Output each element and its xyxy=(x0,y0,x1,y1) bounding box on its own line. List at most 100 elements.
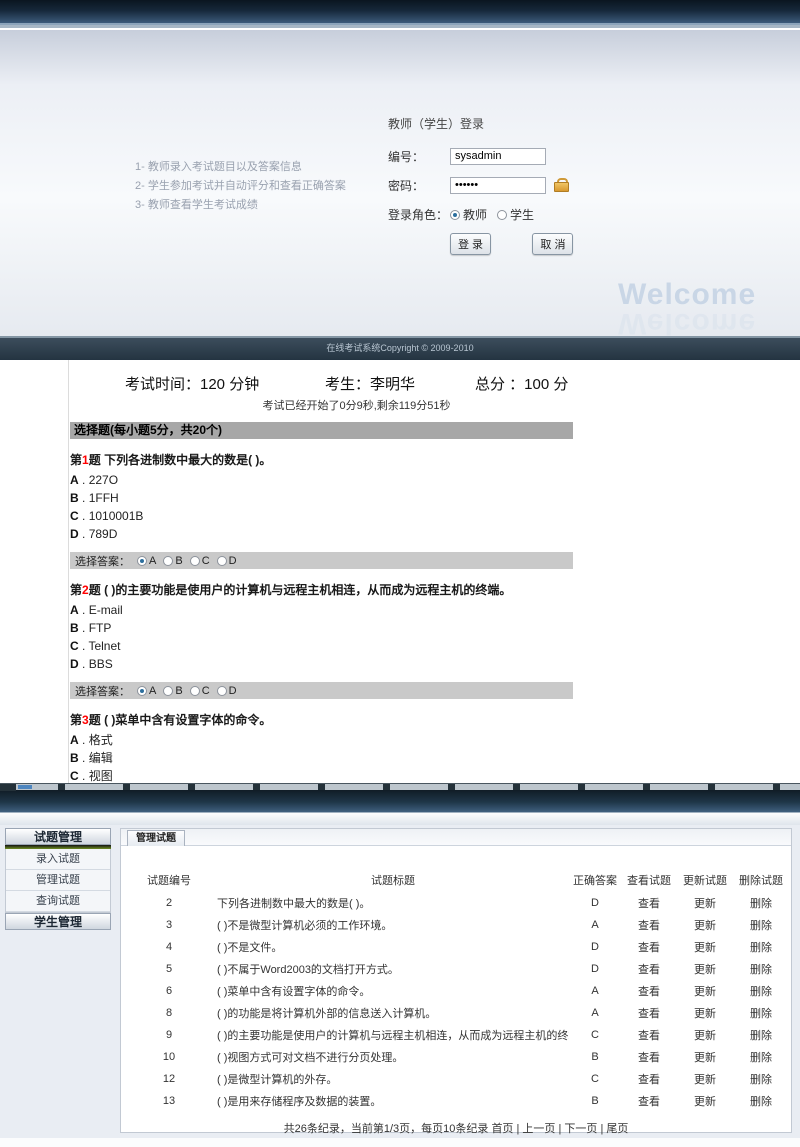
role-student-option[interactable]: 学生 xyxy=(497,206,534,223)
question-number: 1 xyxy=(82,453,89,467)
table-row: 8 ( )的功能是将计算机外部的信息送入计算机。 A 查看 更新 删除 xyxy=(121,1002,791,1024)
delete-link[interactable]: 删除 xyxy=(733,917,789,933)
pagination-link[interactable]: 尾页 xyxy=(597,1123,628,1135)
radio-teacher[interactable] xyxy=(450,210,460,220)
tab-manage-questions[interactable]: 管理试题 xyxy=(127,830,185,846)
question-block: 第3题 ( )菜单中含有设置字体的命令。 A . 格式 B . 编辑 C . 视… xyxy=(70,711,573,783)
delete-link[interactable]: 删除 xyxy=(733,1093,789,1109)
cell-question-id: 9 xyxy=(121,1029,217,1041)
answer-radio-d[interactable] xyxy=(217,556,227,566)
password-label: 密码： xyxy=(388,177,450,194)
delete-link[interactable]: 删除 xyxy=(733,939,789,955)
password-input[interactable] xyxy=(450,177,546,194)
col-header-delete: 删除试题 xyxy=(733,872,789,888)
id-input[interactable] xyxy=(450,148,546,165)
view-link[interactable]: 查看 xyxy=(621,939,677,955)
col-header-update: 更新试题 xyxy=(677,872,733,888)
answer-radio-d[interactable] xyxy=(217,686,227,696)
view-link[interactable]: 查看 xyxy=(621,1071,677,1087)
option-b: B . 1FFH xyxy=(70,492,573,504)
update-link[interactable]: 更新 xyxy=(677,983,733,999)
delete-link[interactable]: 删除 xyxy=(733,895,789,911)
update-link[interactable]: 更新 xyxy=(677,1049,733,1065)
table-row: 9 ( )的主要功能是使用户的计算机与远程主机相连，从而成为远程主机的终端。 C… xyxy=(121,1024,791,1046)
role-teacher-option[interactable]: 教师 xyxy=(450,206,487,223)
welcome-text-reflection: Welcome xyxy=(618,306,756,340)
view-link[interactable]: 查看 xyxy=(621,917,677,933)
cell-correct-answer: A xyxy=(569,1007,621,1019)
question-text: 下列各进制数中最大的数是( )。 xyxy=(104,453,271,467)
cancel-button[interactable]: 取 消 xyxy=(532,233,573,255)
answer-radio-b[interactable] xyxy=(163,686,173,696)
answer-selection-bar: 选择答案： A B C D xyxy=(70,552,573,569)
pagination-link[interactable]: 首页 xyxy=(491,1123,513,1135)
cell-question-id: 13 xyxy=(121,1095,217,1107)
table-row: 5 ( )不属于Word2003的文档打开方式。 D 查看 更新 删除 xyxy=(121,958,791,980)
view-link[interactable]: 查看 xyxy=(621,1027,677,1043)
view-link[interactable]: 查看 xyxy=(621,1005,677,1021)
pagination-link[interactable]: 上一页 xyxy=(513,1123,555,1135)
answer-radio-a[interactable] xyxy=(137,686,147,696)
update-link[interactable]: 更新 xyxy=(677,1093,733,1109)
answer-radio-b[interactable] xyxy=(163,556,173,566)
table-row: 2 下列各进制数中最大的数是( )。 D 查看 更新 删除 xyxy=(121,892,791,914)
radio-student[interactable] xyxy=(497,210,507,220)
answer-radio-c[interactable] xyxy=(190,556,200,566)
role-label: 登录角色： xyxy=(388,206,450,223)
exam-timer-status: 考试已经开始了0分9秒,剩余119分51秒 xyxy=(140,397,573,413)
instruction-step: 3- 教师查看学生考试成绩 xyxy=(135,196,346,215)
question-number: 2 xyxy=(82,583,89,597)
update-link[interactable]: 更新 xyxy=(677,1005,733,1021)
delete-link[interactable]: 删除 xyxy=(733,1049,789,1065)
option-a: A . 227O xyxy=(70,474,573,486)
option-a: A . E-mail xyxy=(70,604,573,616)
sidebar-item[interactable]: 录入试题 xyxy=(6,849,110,870)
delete-link[interactable]: 删除 xyxy=(733,983,789,999)
answer-radio-a[interactable] xyxy=(137,556,147,566)
cell-question-id: 4 xyxy=(121,941,217,953)
update-link[interactable]: 更新 xyxy=(677,1071,733,1087)
question-block: 第2题 ( )的主要功能是使用户的计算机与远程主机相连，从而成为远程主机的终端。… xyxy=(70,581,573,699)
update-link[interactable]: 更新 xyxy=(677,895,733,911)
view-link[interactable]: 查看 xyxy=(621,895,677,911)
sidebar-section-student-mgmt[interactable]: 学生管理 xyxy=(5,913,111,930)
sidebar-item[interactable]: 查询试题 xyxy=(6,891,110,912)
pagination-link[interactable]: 下一页 xyxy=(555,1123,597,1135)
login-button[interactable]: 登 录 xyxy=(450,233,491,255)
delete-link[interactable]: 删除 xyxy=(733,961,789,977)
cell-question-title: ( )不是微型计算机必须的工作环境。 xyxy=(217,917,569,933)
cell-correct-answer: A xyxy=(569,919,621,931)
answer-radio-c[interactable] xyxy=(190,686,200,696)
cell-correct-answer: D xyxy=(569,963,621,975)
sidebar-section-question-mgmt[interactable]: 试题管理 xyxy=(5,828,111,845)
admin-page: 试题管理 录入试题 管理试题 查询试题 学生管理 管理试题 试题编号 试题标 xyxy=(0,783,800,1147)
delete-link[interactable]: 删除 xyxy=(733,1027,789,1043)
update-link[interactable]: 更新 xyxy=(677,961,733,977)
cell-question-title: ( )不属于Word2003的文档打开方式。 xyxy=(217,961,569,977)
col-header-answer: 正确答案 xyxy=(569,872,621,888)
question-text: ( )菜单中含有设置字体的命令。 xyxy=(104,713,271,727)
view-link[interactable]: 查看 xyxy=(621,1049,677,1065)
update-link[interactable]: 更新 xyxy=(677,1027,733,1043)
view-link[interactable]: 查看 xyxy=(621,961,677,977)
cell-question-title: ( )的主要功能是使用户的计算机与远程主机相连，从而成为远程主机的终端。 xyxy=(217,1027,569,1043)
update-link[interactable]: 更新 xyxy=(677,917,733,933)
cell-correct-answer: B xyxy=(569,1095,621,1107)
update-link[interactable]: 更新 xyxy=(677,939,733,955)
view-link[interactable]: 查看 xyxy=(621,983,677,999)
option-d: D . BBS xyxy=(70,658,573,670)
option-c: C . 视图 xyxy=(70,770,573,782)
instruction-step: 2- 学生参加考试并自动评分和查看正确答案 xyxy=(135,177,346,196)
cell-correct-answer: D xyxy=(569,897,621,909)
cell-question-id: 12 xyxy=(121,1073,217,1085)
delete-link[interactable]: 删除 xyxy=(733,1071,789,1087)
cell-question-title: ( )视图方式可对文档不进行分页处理。 xyxy=(217,1049,569,1065)
sidebar-item[interactable]: 管理试题 xyxy=(6,870,110,891)
question-title: 第1题 下列各进制数中最大的数是( )。 xyxy=(70,451,573,468)
instruction-steps: 1- 教师录入考试题目以及答案信息 2- 学生参加考试并自动评分和查看正确答案 … xyxy=(135,158,346,215)
login-top-banner xyxy=(0,0,800,25)
delete-link[interactable]: 删除 xyxy=(733,1005,789,1021)
lock-icon xyxy=(554,178,567,192)
view-link[interactable]: 查看 xyxy=(621,1093,677,1109)
option-b: B . FTP xyxy=(70,622,573,634)
